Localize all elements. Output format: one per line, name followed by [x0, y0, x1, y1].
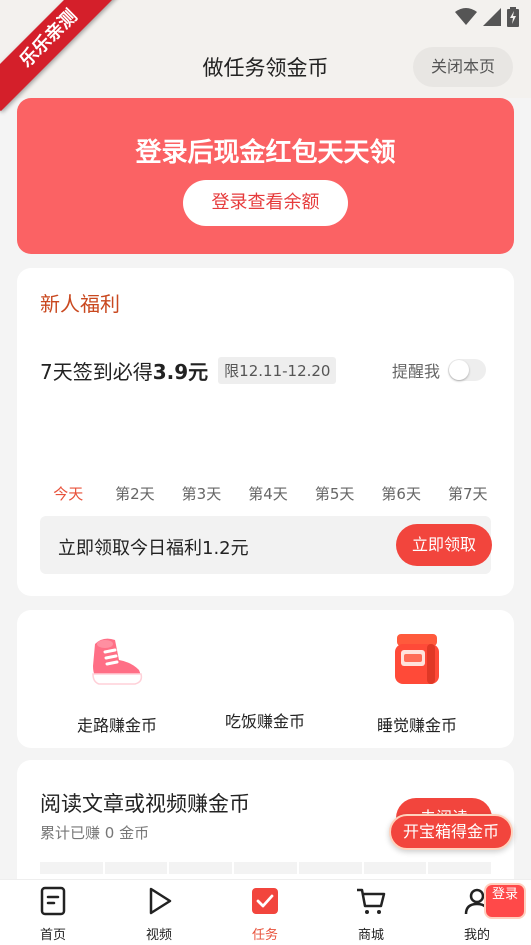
shoe-icon: [92, 638, 143, 685]
tab-task-label: 任务: [251, 928, 278, 943]
day-tab[interactable]: 第7天: [434, 483, 501, 504]
home-icon: [40, 886, 66, 916]
meal-earn-item[interactable]: 吃饭赚金币: [185, 626, 345, 732]
claim-now-button[interactable]: 立即领取: [396, 524, 492, 566]
wifi-icon: [455, 8, 477, 25]
day-tab[interactable]: 第6天: [368, 483, 435, 504]
claim-text: 立即领取今日福利1.2元: [58, 538, 249, 559]
tab-mall-label: 商城: [357, 928, 384, 943]
sleep-earn-label: 睡觉赚金币: [376, 716, 457, 735]
tab-home[interactable]: 首页: [18, 886, 88, 943]
newbie-benefit-card: 新人福利 7天签到必得 3.9元 限12.11-12.20 提醒我 今天 第2天…: [17, 268, 514, 596]
task-icon: [252, 888, 278, 914]
alarm-icon: [395, 634, 439, 684]
tab-home-label: 首页: [39, 928, 66, 943]
video-icon: [149, 887, 172, 915]
read-title: 阅读文章或视频赚金币: [40, 792, 250, 816]
page-header: 做任务领金币 关闭本页: [0, 34, 531, 98]
sign-in-row: 7天签到必得 3.9元 限12.11-12.20: [40, 356, 337, 385]
walk-earn-label: 走路赚金币: [76, 716, 157, 735]
date-limit-badge: 限12.11-12.20: [218, 357, 337, 384]
open-treasure-box-button[interactable]: 开宝箱得金币: [389, 814, 513, 850]
claim-row: 立即领取今日福利1.2元 立即领取: [40, 516, 492, 574]
day-tab[interactable]: 第3天: [168, 483, 235, 504]
banner-title: 登录后现金红包天天领: [135, 138, 396, 168]
meal-earn-label: 吃饭赚金币: [224, 712, 305, 731]
newbie-title: 新人福利: [40, 292, 120, 316]
tab-video[interactable]: 视频: [124, 886, 194, 943]
remind-me: 提醒我: [392, 358, 486, 382]
tab-mall[interactable]: 商城: [336, 886, 406, 943]
sleep-earn-item[interactable]: 睡觉赚金币: [337, 626, 497, 736]
tab-task[interactable]: 任务: [230, 886, 300, 943]
meal-icon: [233, 626, 297, 690]
earn-coins-card: 走路赚金币 吃饭赚金币 睡觉赚金币: [17, 610, 514, 748]
sign-in-amount: 3.9元: [152, 360, 209, 384]
sign-in-days: 今天 第2天 第3天 第4天 第5天 第6天 第7天: [35, 483, 501, 504]
battery-icon: [507, 7, 519, 27]
toggle-knob: [449, 360, 469, 380]
signal-icon: [483, 8, 501, 26]
bottom-tab-bar: 首页 视频 任务 商城 我的: [0, 879, 531, 945]
login-check-balance-button[interactable]: 登录查看余额: [183, 180, 348, 226]
sign-in-prefix: 7天签到必得: [40, 360, 153, 384]
login-badge[interactable]: 登录: [484, 883, 526, 919]
login-banner: 登录后现金红包天天领 登录查看余额: [17, 98, 514, 254]
read-earned-total: 累计已赚 0 金币: [40, 824, 150, 842]
day-tab[interactable]: 今天: [35, 483, 102, 504]
day-tab[interactable]: 第4天: [235, 483, 302, 504]
cart-icon: [357, 888, 386, 914]
day-tab[interactable]: 第5天: [301, 483, 368, 504]
day-tab[interactable]: 第2天: [102, 483, 169, 504]
walk-earn-item[interactable]: 走路赚金币: [37, 626, 197, 736]
tab-video-label: 视频: [145, 928, 172, 943]
tab-mine-label: 我的: [463, 928, 490, 943]
remind-toggle[interactable]: [448, 359, 486, 381]
remind-label: 提醒我: [391, 362, 440, 381]
read-progress: [40, 862, 492, 874]
status-icons: [455, 7, 519, 27]
close-page-button[interactable]: 关闭本页: [413, 47, 513, 87]
